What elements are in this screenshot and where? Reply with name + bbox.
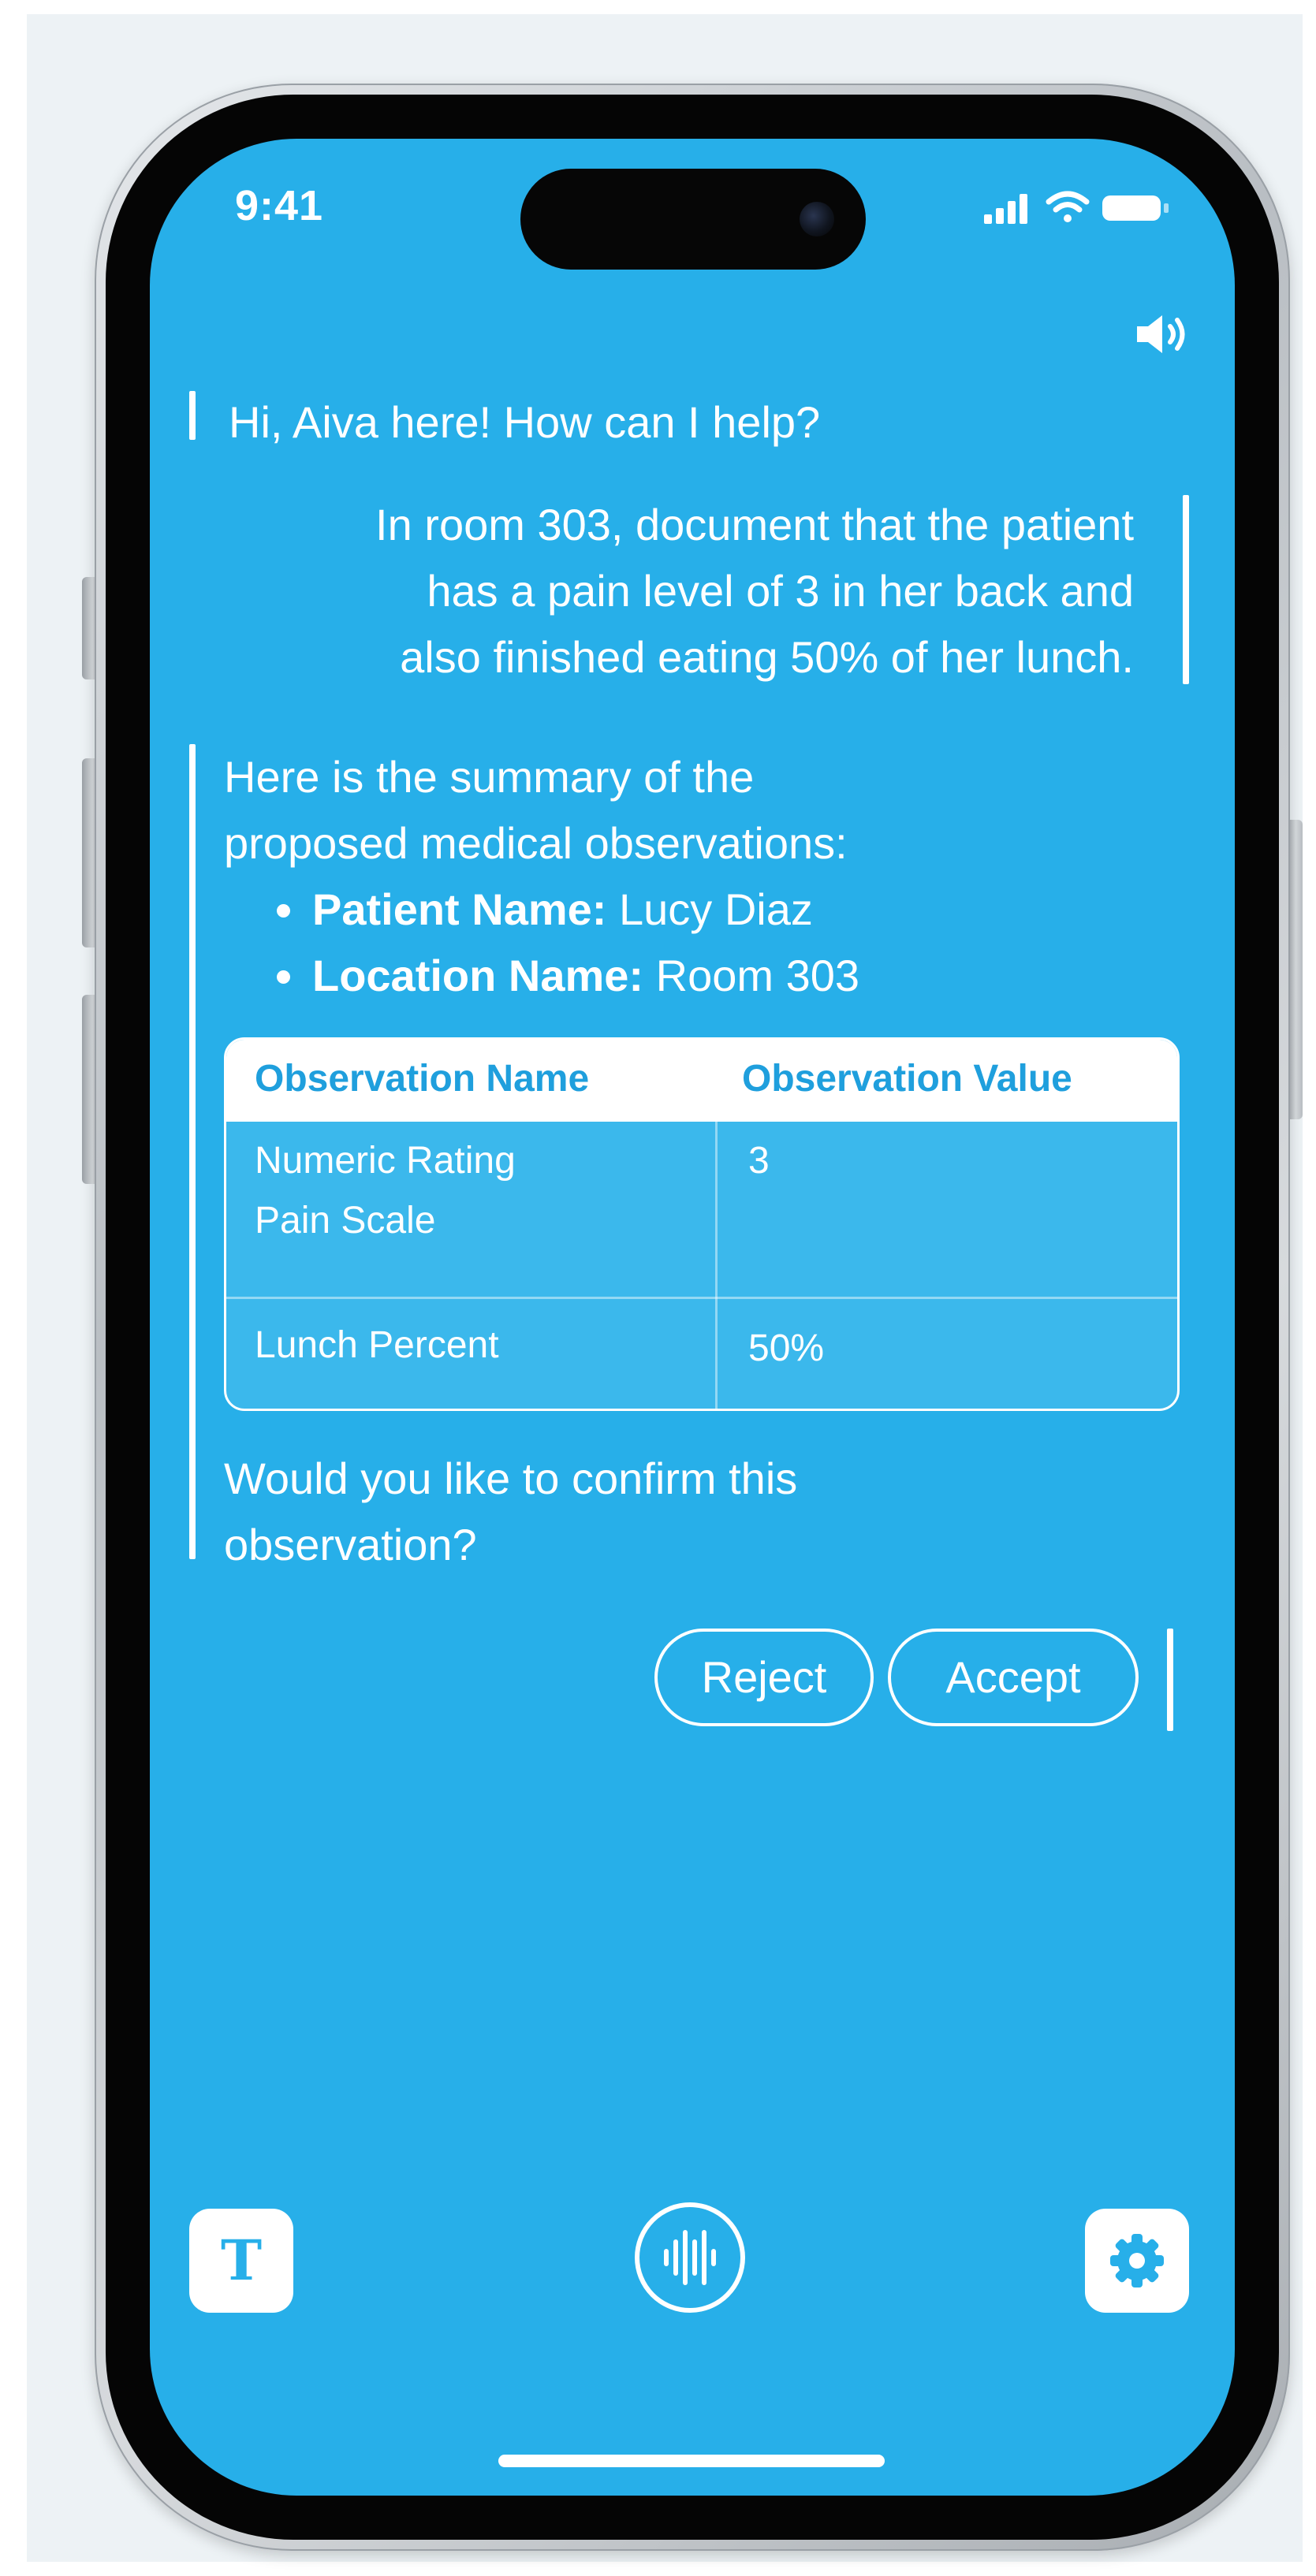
reject-button[interactable]: Reject: [654, 1629, 874, 1726]
battery-icon: [1102, 195, 1169, 221]
summary-label: Location Name:: [312, 951, 644, 1000]
assistant-message-marker: [189, 391, 196, 440]
speaker-icon[interactable]: [1134, 311, 1189, 358]
confirm-line: Would you like to confirm this: [224, 1454, 798, 1503]
cell-line: Lunch Percent: [255, 1324, 499, 1366]
summary-label: Patient Name:: [312, 884, 607, 934]
assistant-summary: Here is the summary of the proposed medi…: [224, 744, 1139, 1009]
column-header-value: Observation Value: [742, 1058, 1072, 1100]
gear-icon: [1110, 2234, 1164, 2288]
status-icons: [982, 188, 1172, 227]
settings-button[interactable]: [1085, 2209, 1189, 2313]
table-cell-name: Lunch Percent: [255, 1316, 499, 1375]
assistant-summary-line: proposed medical observations:: [224, 818, 848, 868]
accept-button[interactable]: Accept: [888, 1629, 1139, 1726]
cell-line: Numeric Rating: [255, 1140, 516, 1182]
user-message-line: has a pain level of 3 in her back and: [427, 566, 1134, 616]
summary-value: Lucy Diaz: [619, 884, 813, 934]
voice-waveform-icon: [664, 2230, 716, 2285]
summary-item-location: Location Name: Room 303: [309, 943, 1139, 1009]
user-message-line: In room 303, document that the patient: [375, 500, 1134, 549]
wifi-icon: [1046, 191, 1090, 222]
confirm-prompt: Would you like to confirm this observati…: [224, 1446, 1012, 1578]
status-time: 9:41: [235, 182, 324, 229]
table-header: Observation Name Observation Value: [226, 1040, 1177, 1122]
row-divider: [226, 1297, 1177, 1299]
confirm-line: observation?: [224, 1520, 477, 1569]
summary-item-patient: Patient Name: Lucy Diaz: [309, 877, 1139, 943]
table-cell-name: Numeric Rating Pain Scale: [255, 1131, 516, 1251]
front-camera: [800, 202, 834, 236]
user-message: In room 303, document that the patient h…: [219, 492, 1134, 691]
text-input-icon: T: [220, 2228, 263, 2293]
column-divider: [715, 1122, 718, 1409]
user-message-line: also finished eating 50% of her lunch.: [400, 632, 1134, 682]
dynamic-island: [520, 169, 866, 270]
assistant-greeting: Hi, Aiva here! How can I help?: [229, 397, 821, 447]
voice-button[interactable]: [635, 2202, 745, 2313]
summary-list: Patient Name: Lucy Diaz Location Name: R…: [224, 877, 1139, 1009]
text-input-button[interactable]: T: [189, 2209, 293, 2313]
assistant-summary-line: Here is the summary of the: [224, 752, 755, 802]
table-cell-value: 50%: [748, 1327, 825, 1369]
observation-table: Observation Name Observation Value Numer…: [224, 1037, 1180, 1411]
user-message-marker: [1183, 495, 1189, 684]
cell-line: Pain Scale: [255, 1200, 436, 1241]
table-cell-value: 3: [748, 1140, 770, 1182]
signal-icon: [984, 194, 1027, 224]
column-header-name: Observation Name: [255, 1058, 590, 1100]
actions-marker: [1167, 1629, 1173, 1731]
summary-value: Room 303: [655, 951, 859, 1000]
home-indicator[interactable]: [498, 2455, 885, 2467]
assistant-message-marker: [189, 744, 196, 1559]
app-screen: 9:41 Hi, Aiva here! How can I help? In r…: [150, 139, 1235, 2496]
